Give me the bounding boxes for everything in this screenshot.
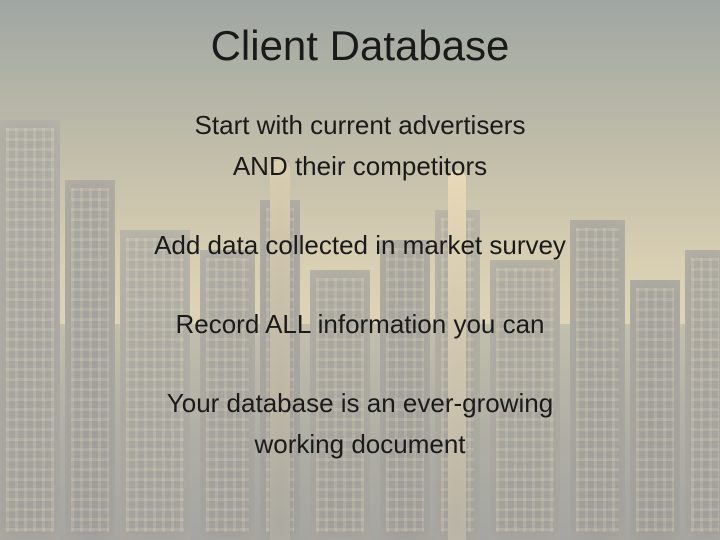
body-line-6: working document bbox=[0, 427, 720, 462]
slide-content: Client Database Start with current adver… bbox=[0, 0, 720, 540]
body-line-3: Add data collected in market survey bbox=[0, 228, 720, 263]
body-line-5: Your database is an ever-growing bbox=[0, 386, 720, 421]
body-line-1: Start with current advertisers bbox=[0, 108, 720, 143]
body-line-2: AND their competitors bbox=[0, 149, 720, 184]
body-line-4: Record ALL information you can bbox=[0, 307, 720, 342]
slide-title: Client Database bbox=[0, 22, 720, 70]
